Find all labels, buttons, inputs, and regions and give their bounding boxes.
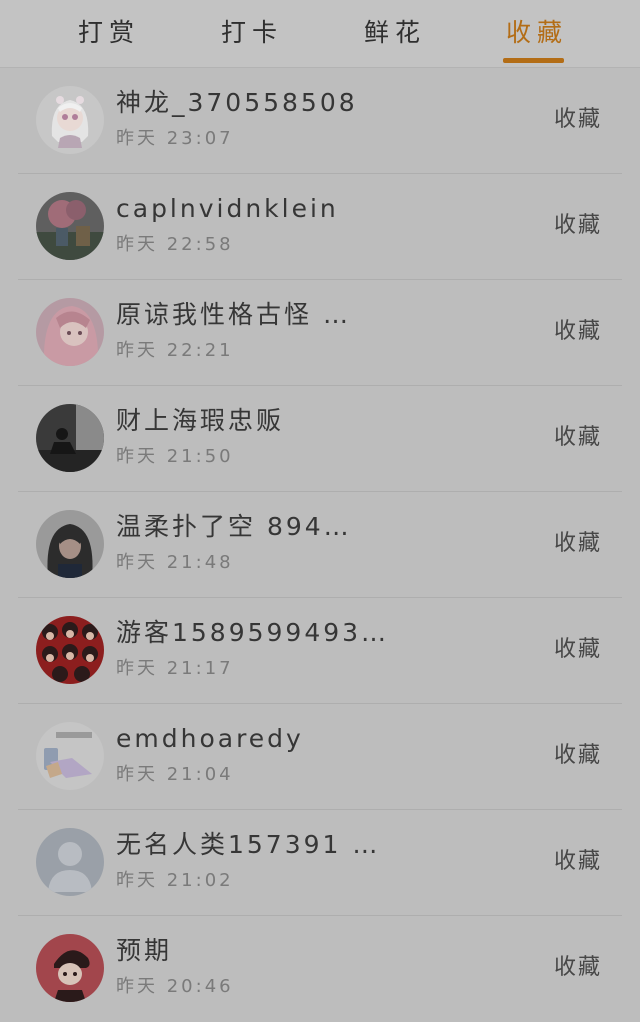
avatar — [36, 404, 104, 472]
timestamp: 昨天 21:04 — [116, 764, 234, 785]
tab-favorites[interactable]: 收藏 — [506, 16, 568, 50]
avatar — [36, 616, 104, 684]
user-name: 温柔扑了空 894… — [116, 512, 352, 541]
tab-bar: 打赏 打卡 鲜花 收藏 — [0, 0, 640, 68]
avatar — [36, 192, 104, 260]
list-item[interactable]: 温柔扑了空 894… 昨天 21:48 收藏 — [0, 492, 640, 598]
tab-flowers[interactable]: 鲜花 — [364, 16, 426, 50]
tab-checkin[interactable]: 打卡 — [221, 16, 283, 50]
favorite-button[interactable]: 收藏 — [554, 952, 602, 984]
user-name: 游客1589599493… — [116, 618, 390, 647]
user-name: 无名人类157391 … — [116, 830, 381, 859]
user-name: 原谅我性格古怪 … — [116, 300, 351, 329]
favorite-button[interactable]: 收藏 — [554, 210, 602, 242]
favorite-button[interactable]: 收藏 — [554, 104, 602, 136]
list-item[interactable]: 原谅我性格古怪 … 昨天 22:21 收藏 — [0, 280, 640, 386]
favorite-button[interactable]: 收藏 — [554, 528, 602, 560]
avatar — [36, 86, 104, 154]
user-name: 神龙_370558508 — [116, 88, 358, 117]
list-item[interactable]: 财上海瑕忠贩 昨天 21:50 收藏 — [0, 386, 640, 492]
favorites-list: 神龙_370558508 昨天 23:07 收藏 caplnvidnklein … — [0, 68, 640, 1022]
list-item[interactable]: emdhoaredy 昨天 21:04 收藏 — [0, 704, 640, 810]
timestamp: 昨天 21:17 — [116, 658, 234, 679]
user-name: emdhoaredy — [116, 724, 304, 753]
list-item[interactable]: 预期 昨天 20:46 收藏 — [0, 916, 640, 1022]
list-item[interactable]: 神龙_370558508 昨天 23:07 收藏 — [0, 68, 640, 174]
avatar — [36, 934, 104, 1002]
tab-reward[interactable]: 打赏 — [78, 16, 140, 50]
user-name: 预期 — [116, 936, 173, 965]
list-item[interactable]: 无名人类157391 … 昨天 21:02 收藏 — [0, 810, 640, 916]
list-item[interactable]: 游客1589599493… 昨天 21:17 收藏 — [0, 598, 640, 704]
favorite-button[interactable]: 收藏 — [554, 422, 602, 454]
timestamp: 昨天 21:48 — [116, 552, 234, 573]
avatar — [36, 510, 104, 578]
user-name: caplnvidnklein — [116, 194, 339, 223]
avatar — [36, 298, 104, 366]
timestamp: 昨天 21:02 — [116, 870, 234, 891]
favorite-button[interactable]: 收藏 — [554, 634, 602, 666]
favorite-button[interactable]: 收藏 — [554, 316, 602, 348]
list-item[interactable]: caplnvidnklein 昨天 22:58 收藏 — [0, 174, 640, 280]
timestamp: 昨天 21:50 — [116, 446, 234, 467]
timestamp: 昨天 22:58 — [116, 234, 234, 255]
favorite-button[interactable]: 收藏 — [554, 846, 602, 878]
user-name: 财上海瑕忠贩 — [116, 406, 285, 435]
favorite-button[interactable]: 收藏 — [554, 740, 602, 772]
avatar — [36, 722, 104, 790]
active-tab-indicator — [503, 58, 564, 63]
timestamp: 昨天 20:46 — [116, 976, 234, 997]
avatar — [36, 828, 104, 896]
timestamp: 昨天 23:07 — [116, 128, 234, 149]
timestamp: 昨天 22:21 — [116, 340, 234, 361]
